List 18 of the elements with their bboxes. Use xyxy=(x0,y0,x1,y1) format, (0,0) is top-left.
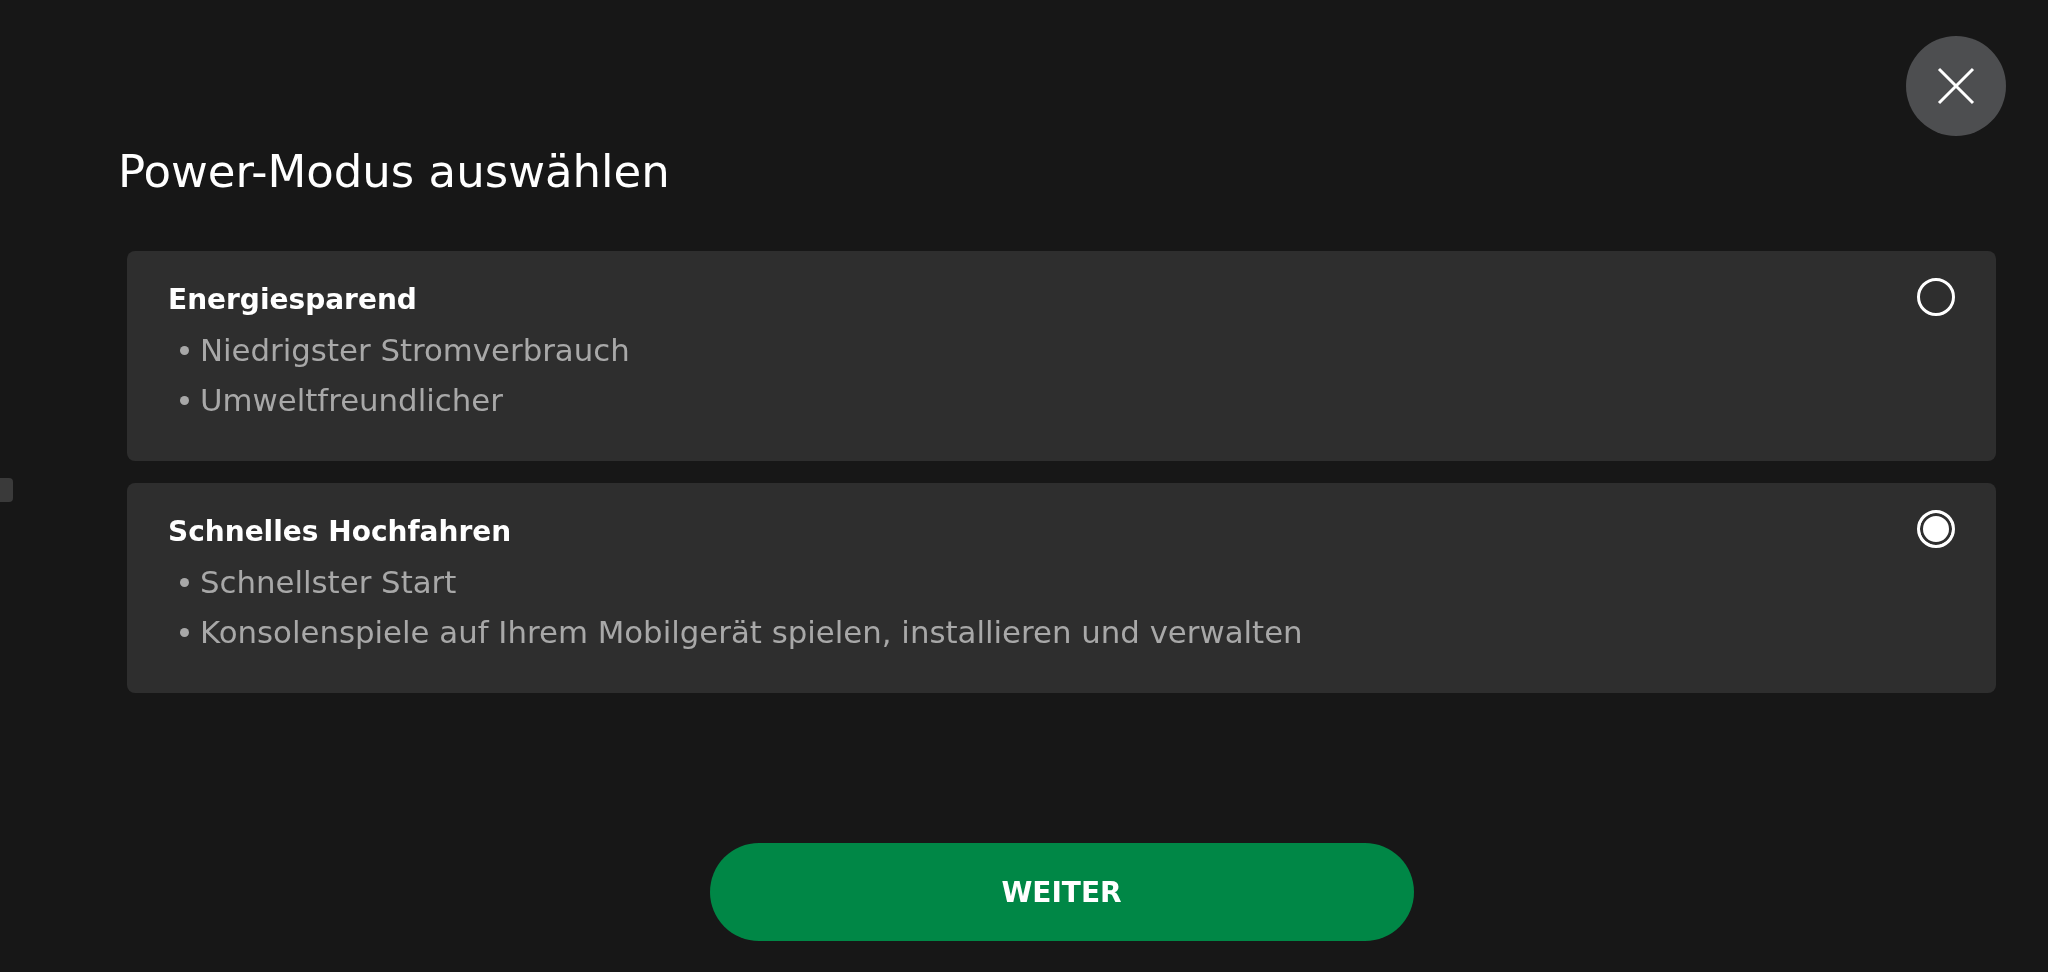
option-description: Konsolenspiele auf Ihrem Mobilgerät spielen, installieren und verwalten xyxy=(200,613,1303,652)
option-title: Schnelles Hochfahren xyxy=(168,514,513,550)
bullet-icon xyxy=(180,395,189,405)
continue-button[interactable]: WEITER xyxy=(709,843,1414,941)
option-title: Energiesparend xyxy=(168,282,418,318)
bullet-icon xyxy=(180,345,189,355)
bullet-icon xyxy=(180,627,189,637)
option-card[interactable]: Energiesparend Niedrigster Stromverbrauch Umweltfreundlicher xyxy=(127,251,1996,461)
side-handle[interactable] xyxy=(0,478,13,502)
option-card[interactable]: Schnelles Hochfahren Schnellster Start Konsolenspiele auf Ihrem Mobilgerät spielen, installieren und verwalten xyxy=(127,483,1996,693)
dialog-title: Power-Modus auswählen xyxy=(118,148,671,196)
close-icon xyxy=(1937,67,1975,105)
option-description: Umweltfreundlicher xyxy=(200,381,503,420)
radio-button[interactable] xyxy=(1917,278,1955,316)
option-description: Schnellster Start xyxy=(200,563,457,602)
option-description: Niedrigster Stromverbrauch xyxy=(200,331,630,370)
radio-button[interactable] xyxy=(1917,510,1955,548)
bullet-icon xyxy=(180,577,189,587)
